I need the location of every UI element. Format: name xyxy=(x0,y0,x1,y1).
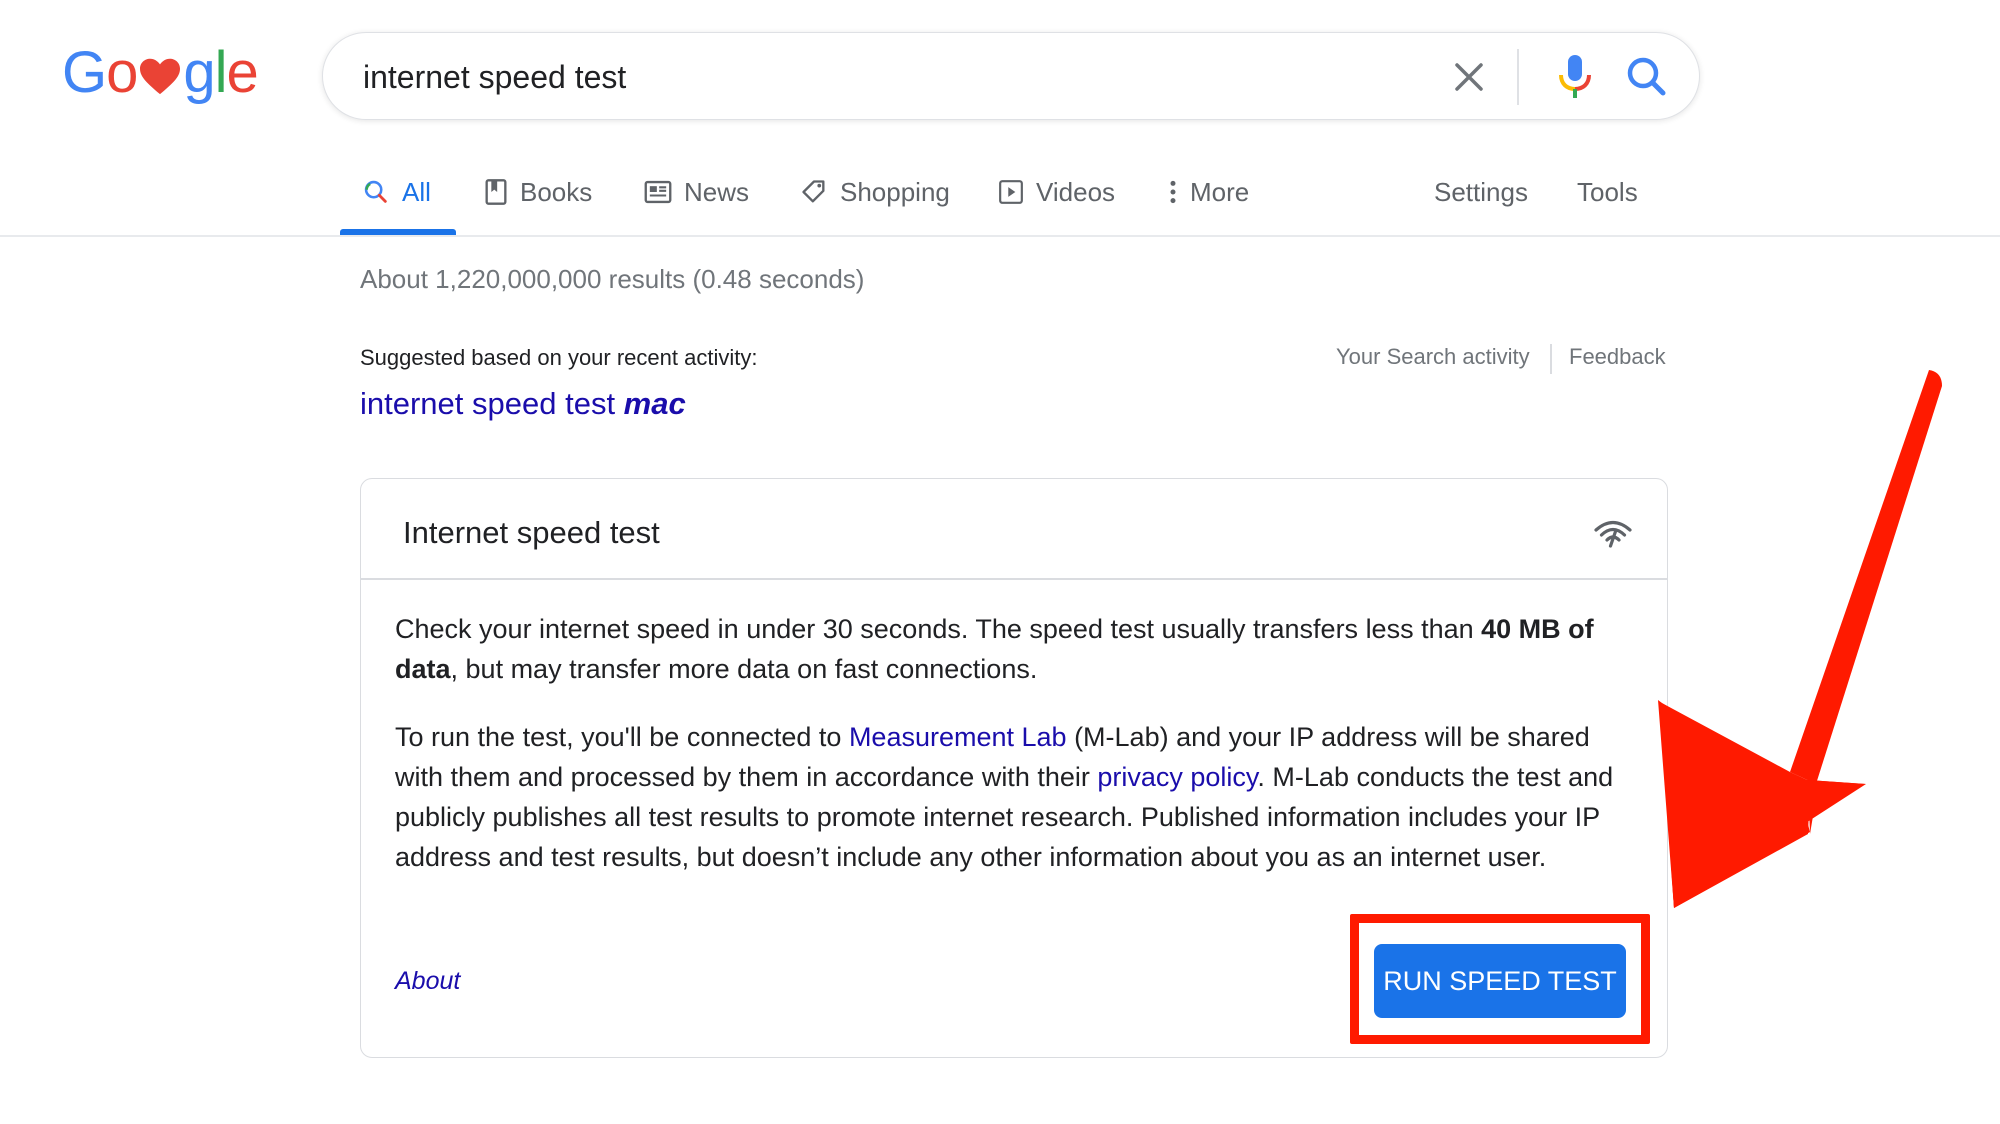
tab-shopping[interactable]: Shopping xyxy=(800,170,950,214)
privacy-notice: To run the test, you'll be connected to … xyxy=(395,717,1625,877)
play-icon xyxy=(999,180,1023,204)
logo-letter: e xyxy=(226,40,259,105)
result-stats: About 1,220,000,000 results (0.48 second… xyxy=(360,264,865,294)
close-icon xyxy=(1455,63,1483,91)
tab-all[interactable]: All xyxy=(362,170,431,214)
tab-news[interactable]: News xyxy=(644,170,749,214)
tabs-divider xyxy=(0,235,2000,237)
news-icon xyxy=(644,180,672,204)
suggested-query-text: internet speed test xyxy=(360,386,624,421)
book-icon xyxy=(485,179,507,205)
search-box xyxy=(322,32,1700,120)
suggestion-label: Suggested based on your recent activity: xyxy=(360,345,758,370)
logo-letter: l xyxy=(214,40,228,105)
tab-label: All xyxy=(402,176,431,207)
tools-label: Tools xyxy=(1577,176,1638,207)
suggested-query-link[interactable]: internet speed test mac xyxy=(360,386,686,422)
google-logo[interactable]: Go gle xyxy=(62,44,259,106)
tab-books[interactable]: Books xyxy=(484,170,592,214)
privacy-policy-link[interactable]: privacy policy xyxy=(1097,762,1257,792)
measurement-lab-link[interactable]: Measurement Lab xyxy=(849,722,1067,752)
tab-videos[interactable]: Videos xyxy=(998,170,1115,214)
description-text: , but may transfer more data on fast con… xyxy=(450,654,1038,684)
search-icon xyxy=(1627,57,1666,96)
description-text: Check your internet speed in under 30 se… xyxy=(395,614,1482,644)
run-speed-test-button[interactable]: RUN SPEED TEST xyxy=(1374,944,1626,1018)
logo-letter: G xyxy=(62,40,107,105)
search-button[interactable] xyxy=(1623,53,1671,101)
search-icon xyxy=(364,180,387,203)
search-input[interactable] xyxy=(361,53,1365,101)
voice-search-button[interactable] xyxy=(1553,51,1597,103)
heart-icon xyxy=(138,48,182,106)
tab-label: More xyxy=(1190,176,1250,207)
search-activity-link[interactable]: Your Search activity xyxy=(1336,344,1530,370)
settings-link[interactable]: Settings xyxy=(1434,170,1528,214)
tab-more[interactable]: More xyxy=(1168,170,1249,214)
notice-text: To run the test, you'll be connected to xyxy=(395,722,849,752)
tag-icon xyxy=(802,180,825,203)
card-title: Internet speed test xyxy=(403,515,660,550)
speed-test-description: Check your internet speed in under 30 se… xyxy=(395,609,1625,689)
tab-label: Videos xyxy=(1036,176,1116,207)
arrow-annotation-icon xyxy=(1658,370,1942,908)
feedback-divider xyxy=(1550,344,1552,374)
wifi-signal-icon xyxy=(1594,520,1632,548)
tab-label: Shopping xyxy=(840,176,950,207)
more-vert-icon xyxy=(1170,180,1176,204)
clear-search-button[interactable] xyxy=(1447,55,1491,99)
settings-label: Settings xyxy=(1434,176,1528,207)
microphone-icon xyxy=(1559,55,1591,98)
tools-link[interactable]: Tools xyxy=(1577,170,1638,214)
logo-letter: g xyxy=(183,40,215,105)
tab-label: Books xyxy=(520,176,593,207)
card-divider xyxy=(361,578,1667,580)
suggested-query-bold: mac xyxy=(623,386,686,421)
logo-letter: o xyxy=(106,40,138,105)
about-link[interactable]: About xyxy=(395,967,460,996)
tab-label: News xyxy=(684,176,750,207)
search-box-divider xyxy=(1517,49,1519,105)
